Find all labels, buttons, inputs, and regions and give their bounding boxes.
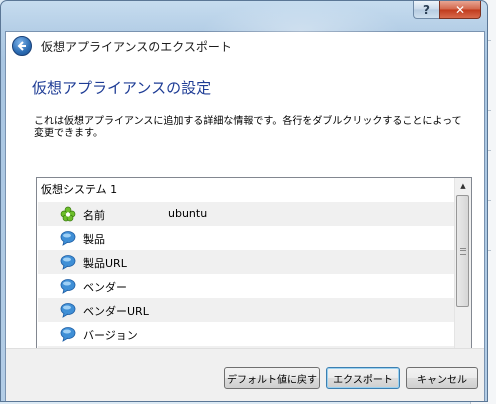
window-title: 仮想アプライアンスのエクスポート <box>41 40 232 54</box>
row-label: 名前 <box>83 209 105 222</box>
appliance-settings-list[interactable]: 仮想システム 1 名前 ubuntu 製品 製品URL ベンダー ベンダーURL… <box>36 177 472 370</box>
dialog-client-area: 仮想アプライアンスのエクスポート 仮想アプライアンスの設定 これは仮想アプライア… <box>5 31 485 401</box>
vertical-scrollbar[interactable]: ▲ ▼ <box>454 178 471 369</box>
name-tag-icon <box>60 206 76 222</box>
button-bar: デフォルト値に戻す エクスポート キャンセル <box>6 348 484 401</box>
list-item-vendor-url[interactable]: ベンダーURL <box>38 298 464 322</box>
close-button[interactable]: ✕ <box>439 1 481 19</box>
virtual-system-group[interactable]: 仮想システム 1 <box>41 181 117 197</box>
row-label: ベンダーURL <box>83 305 149 318</box>
restore-defaults-button[interactable]: デフォルト値に戻す <box>224 367 320 389</box>
list-item-name[interactable]: 名前 ubuntu <box>38 202 464 226</box>
speech-bubble-icon <box>60 279 76 294</box>
list-item-product-url[interactable]: 製品URL <box>38 250 464 274</box>
wizard-header: 仮想アプライアンスのエクスポート <box>6 32 484 60</box>
speech-bubble-icon <box>60 303 76 318</box>
back-arrow-icon[interactable] <box>12 36 32 56</box>
row-value: ubuntu <box>168 207 208 220</box>
cancel-button[interactable]: キャンセル <box>406 367 478 389</box>
page-title: 仮想アプライアンスの設定 <box>32 79 212 97</box>
list-item-product[interactable]: 製品 <box>38 226 464 250</box>
dialog-window: ? ✕ 仮想アプライアンスのエクスポート 仮想アプライアンスの設定 これは仮想ア… <box>0 0 488 402</box>
scroll-up-icon[interactable]: ▲ <box>455 178 471 194</box>
caption-buttons: ? ✕ <box>413 1 481 19</box>
row-label: 製品 <box>83 233 105 246</box>
export-button[interactable]: エクスポート <box>326 367 400 389</box>
speech-bubble-icon <box>60 231 76 246</box>
help-button[interactable]: ? <box>413 1 439 19</box>
row-label: バージョン <box>83 329 138 342</box>
scrollbar-thumb[interactable] <box>456 195 469 307</box>
page-description: これは仮想アプライアンスに追加する詳細な情報です。各行をダブルクリックすることに… <box>34 116 462 139</box>
row-label: 製品URL <box>83 257 127 270</box>
grip-icon <box>460 248 466 255</box>
list-item-vendor[interactable]: ベンダー <box>38 274 464 298</box>
list-item-version[interactable]: バージョン <box>38 322 464 346</box>
row-label: ベンダー <box>83 281 127 294</box>
speech-bubble-icon <box>60 327 76 342</box>
speech-bubble-icon <box>60 255 76 270</box>
wizard-page: 仮想アプライアンスの設定 これは仮想アプライアンスに追加する詳細な情報です。各行… <box>6 60 484 370</box>
